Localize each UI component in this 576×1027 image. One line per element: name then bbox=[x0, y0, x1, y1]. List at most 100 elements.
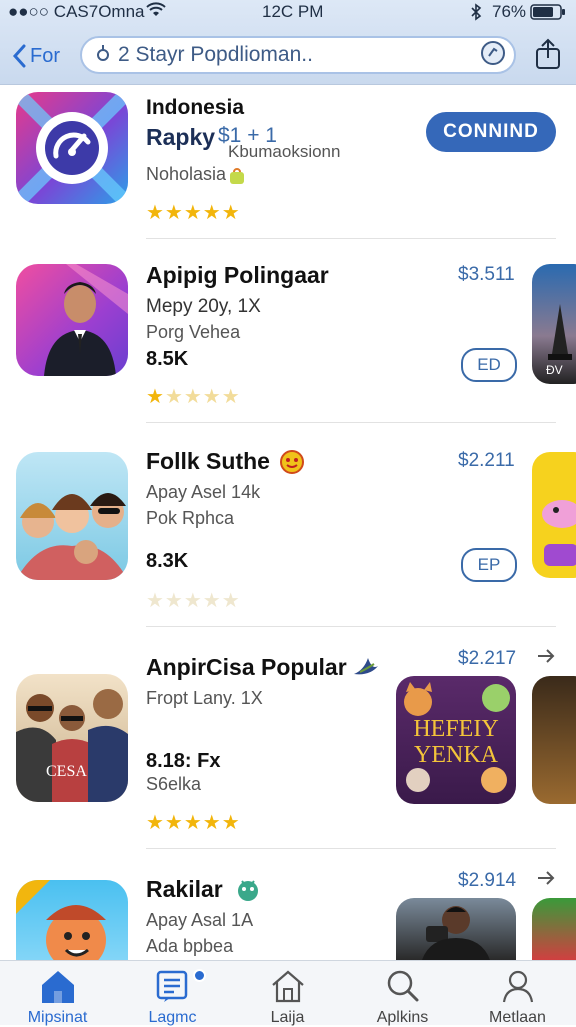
clear-icon[interactable] bbox=[480, 40, 506, 71]
app-detail: Apay Asel 14k bbox=[146, 482, 261, 502]
house-outline-icon bbox=[270, 969, 306, 1008]
divider bbox=[146, 238, 556, 239]
app-price: $2.211 bbox=[458, 450, 515, 471]
app-note: Kbumaoksionn bbox=[228, 142, 341, 161]
share-icon[interactable] bbox=[534, 38, 562, 75]
tab-home[interactable]: Mipsinat bbox=[0, 961, 115, 1026]
list-item[interactable]: Indonesia Rapky $1 + 1 Kbumaoksionn Noho… bbox=[0, 84, 576, 240]
bluetooth-icon bbox=[470, 3, 482, 26]
bag-icon bbox=[228, 166, 246, 191]
screenshot-preview bbox=[532, 898, 576, 960]
tab-label: Laija bbox=[270, 1009, 305, 1026]
poster-title: HEFEIY YENKA bbox=[413, 716, 499, 768]
tab-label: Metlaan bbox=[489, 1009, 546, 1026]
home-icon bbox=[40, 969, 76, 1008]
rating-count: 8.5K bbox=[146, 348, 189, 370]
search-icon bbox=[386, 969, 420, 1008]
tab-label: Aplkins bbox=[376, 1009, 429, 1026]
tab-updates[interactable]: Laija bbox=[230, 961, 345, 1026]
app-icon bbox=[16, 264, 128, 376]
star-rating: ★★★★★ bbox=[146, 202, 241, 224]
tab-label: Lagmc bbox=[148, 1009, 197, 1026]
tab-profile[interactable]: Metlaan bbox=[460, 961, 575, 1026]
wifi-icon bbox=[146, 2, 166, 23]
speedometer-icon bbox=[16, 92, 128, 204]
app-name: Apipig Polingaar bbox=[146, 262, 329, 288]
app-price: $3.511 bbox=[458, 264, 515, 285]
rating-count: 8.3K bbox=[146, 550, 189, 572]
status-bar: ●●○○ CAS7Omna 12C PM 76% bbox=[0, 0, 576, 26]
back-label: For bbox=[30, 44, 60, 67]
screenshot-preview: ÐV bbox=[532, 264, 576, 384]
app-icon bbox=[16, 92, 128, 204]
list-item[interactable]: Follk Suthe Apay Asel 14k Pok Rphca 8.3K… bbox=[0, 424, 576, 626]
ship-icon: ÐV bbox=[546, 304, 572, 377]
photographer-icon bbox=[422, 906, 490, 960]
tab-label: Mipsinat bbox=[27, 1009, 88, 1026]
get-button[interactable]: ED bbox=[461, 348, 517, 382]
app-category: Porg Vehea bbox=[146, 322, 241, 342]
app-detail: Mepy 20y, 1X bbox=[146, 296, 261, 317]
app-icon bbox=[16, 880, 128, 970]
top-bar: ●●○○ CAS7Omna 12C PM 76% For 2 Stayr Pop… bbox=[0, 0, 576, 85]
app-name: AnpirCisa Popular bbox=[146, 654, 347, 680]
app-icon bbox=[16, 452, 128, 580]
person-photo-icon bbox=[44, 264, 128, 376]
cartoon-character-icon bbox=[16, 880, 106, 970]
tab-news[interactable]: Lagmc bbox=[115, 961, 230, 1026]
group-photo-icon bbox=[16, 493, 128, 580]
creature-badge-icon bbox=[236, 878, 260, 907]
app-name: Follk Suthe bbox=[146, 448, 270, 474]
divider bbox=[146, 626, 556, 627]
screenshot-preview bbox=[396, 898, 516, 960]
screenshot-preview: HEFEIY YENKA bbox=[396, 676, 516, 804]
list-item[interactable]: Rakilar Apay Asal 1A Ada bpbea $2.914 bbox=[0, 850, 576, 970]
get-button[interactable]: CONNIND bbox=[426, 112, 556, 152]
screenshot-preview bbox=[532, 676, 576, 804]
app-price: $2.217 bbox=[458, 648, 517, 669]
cartoon-icon bbox=[542, 500, 576, 566]
divider bbox=[146, 422, 556, 423]
list-item[interactable]: CESA AnpirCisa Popular Fropt Lany. 1X 8.… bbox=[0, 628, 576, 848]
chevron-left-icon bbox=[12, 44, 26, 68]
tab-search[interactable]: Aplkins bbox=[345, 961, 460, 1026]
battery-label: 76% bbox=[492, 2, 527, 21]
list-item[interactable]: Apipig Polingaar Mepy 20y, 1X Porg Vehea… bbox=[0, 240, 576, 422]
carrier-label: ●●○○ CAS7Omna bbox=[8, 2, 145, 21]
app-subtitle: Rapky bbox=[146, 124, 216, 150]
star-rating: ★★★★★ bbox=[146, 812, 241, 834]
app-detail: Fropt Lany. 1X bbox=[146, 688, 263, 708]
developer-label: Noholasia bbox=[146, 164, 227, 184]
emoji-badge-icon bbox=[280, 450, 304, 479]
divider bbox=[146, 848, 556, 849]
news-icon bbox=[156, 969, 190, 1008]
app-category: Pok Rphca bbox=[146, 508, 235, 528]
poster-title: CESA bbox=[46, 763, 87, 780]
star-rating: ★★★★★ bbox=[146, 386, 241, 408]
app-name: Rakilar bbox=[146, 876, 223, 902]
app-name: Indonesia bbox=[146, 96, 245, 119]
screenshot-preview bbox=[532, 452, 576, 578]
person-icon bbox=[501, 969, 535, 1008]
app-category: S6elka bbox=[146, 774, 202, 794]
search-input[interactable]: 2 Stayr Popdlioman.. bbox=[80, 36, 516, 74]
svg-text:ÐV: ÐV bbox=[546, 363, 563, 377]
notification-dot bbox=[193, 969, 206, 982]
get-button[interactable]: EP bbox=[461, 548, 517, 582]
rating-count: 8.18: Fx bbox=[146, 750, 221, 772]
app-price: $2.914 bbox=[458, 870, 517, 891]
leaf-icon bbox=[352, 654, 380, 685]
navigation-bar: For 2 Stayr Popdlioman.. bbox=[0, 34, 576, 78]
chevron-right-icon[interactable] bbox=[536, 646, 556, 671]
star-rating: ★★★★★ bbox=[146, 590, 241, 612]
movie-poster-icon: CESA bbox=[16, 689, 128, 802]
clock-label: 12C PM bbox=[262, 2, 324, 21]
app-detail: Apay Asal 1A bbox=[146, 910, 254, 930]
back-button[interactable]: For bbox=[12, 38, 60, 74]
tab-bar: Mipsinat Lagmc Laija Aplkins Metlaan bbox=[0, 960, 576, 1026]
search-icon bbox=[96, 43, 110, 68]
app-icon: CESA bbox=[16, 674, 128, 802]
battery-icon bbox=[530, 4, 566, 25]
search-query: 2 Stayr Popdlioman.. bbox=[118, 43, 313, 66]
chevron-right-icon[interactable] bbox=[536, 868, 556, 893]
